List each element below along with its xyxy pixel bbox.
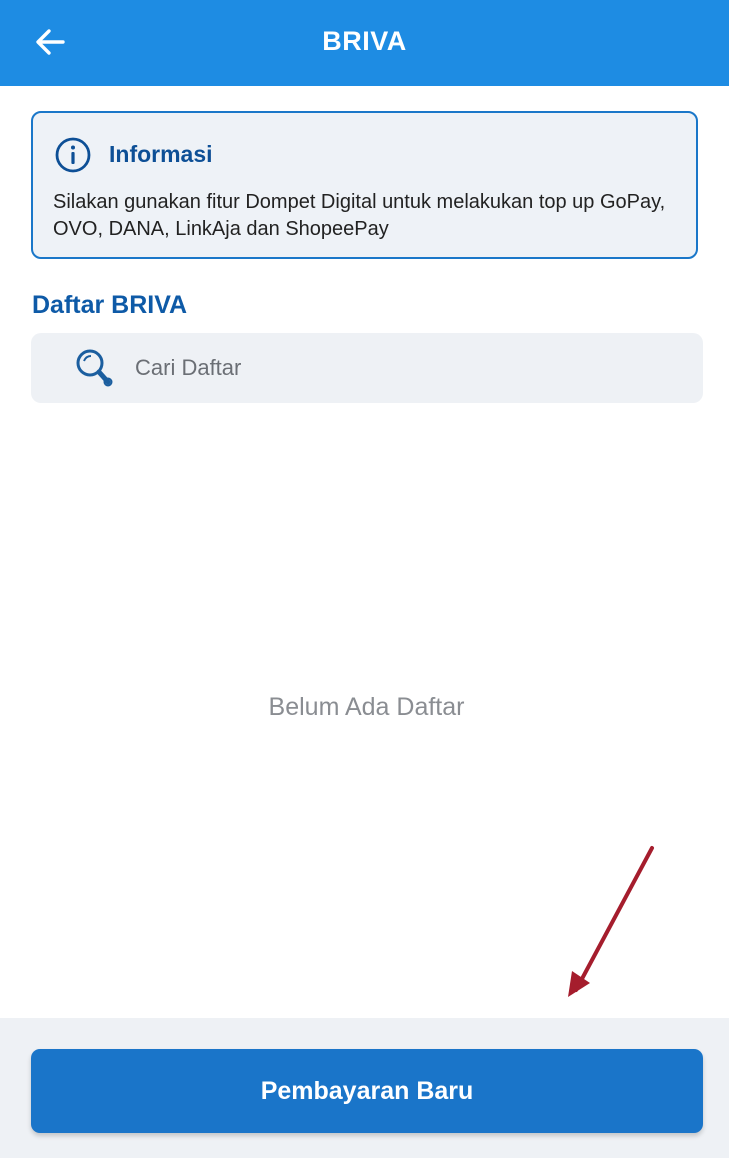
new-payment-button[interactable]: Pembayaran Baru xyxy=(31,1049,703,1133)
red-arrow-icon xyxy=(568,846,654,997)
search-input[interactable] xyxy=(135,333,675,403)
section-title: Daftar BRIVA xyxy=(32,291,188,319)
bottom-bar: Pembayaran Baru xyxy=(0,1018,729,1158)
search-icon xyxy=(76,349,113,387)
info-box: Informasi Silakan gunakan fitur Dompet D… xyxy=(31,111,698,259)
empty-state-message: Belum Ada Daftar xyxy=(268,693,465,721)
search-box[interactable] xyxy=(31,333,703,403)
info-text: Silakan gunakan fitur Dompet Digital unt… xyxy=(53,191,666,240)
app-bar: BRIVA xyxy=(0,0,729,86)
page-title: BRIVA xyxy=(322,26,407,56)
info-circle-icon xyxy=(55,137,91,173)
info-title: Informasi xyxy=(109,141,213,167)
